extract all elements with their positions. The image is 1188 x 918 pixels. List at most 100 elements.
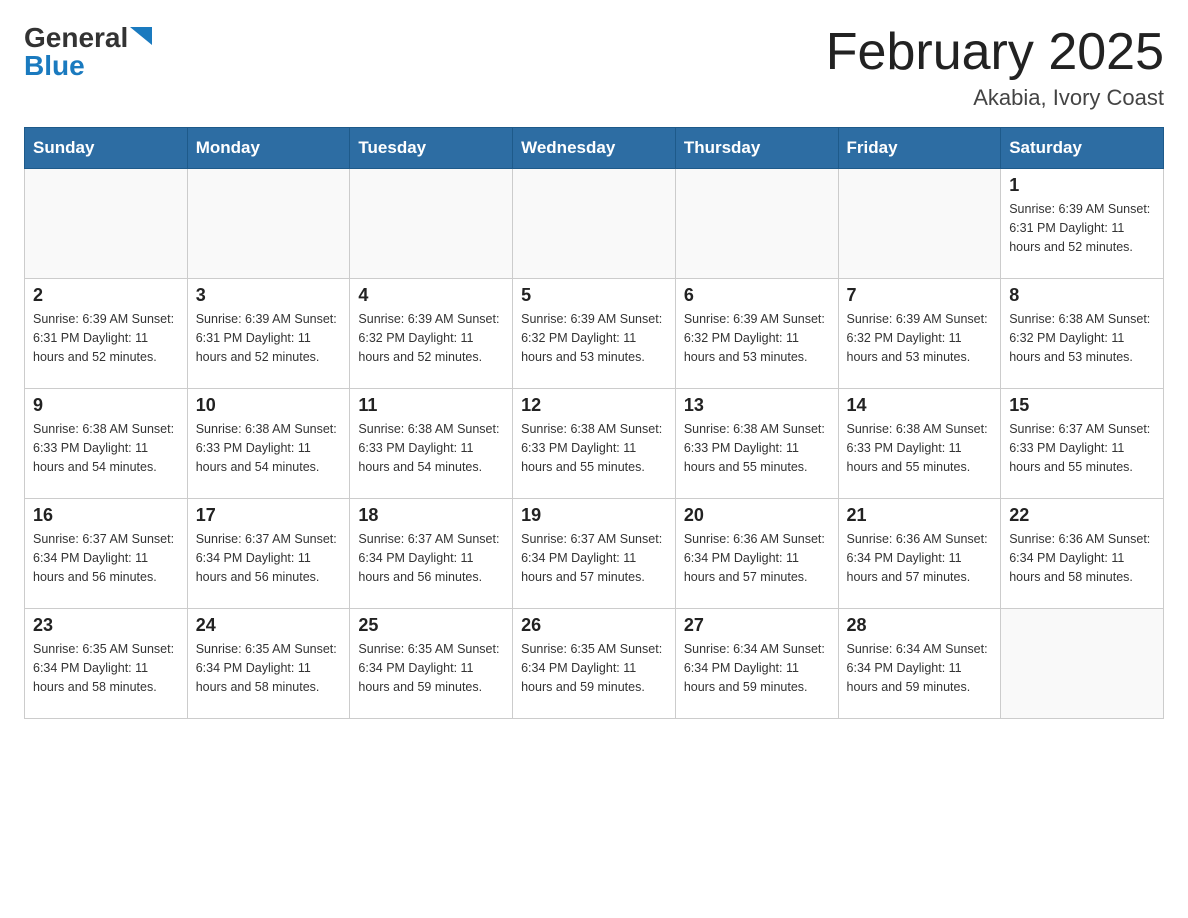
calendar-cell xyxy=(350,169,513,279)
day-info: Sunrise: 6:38 AM Sunset: 6:33 PM Dayligh… xyxy=(521,420,667,476)
day-number: 6 xyxy=(684,285,830,306)
calendar-cell: 26 Sunrise: 6:35 AM Sunset: 6:34 PM Dayli… xyxy=(513,609,676,719)
day-info: Sunrise: 6:39 AM Sunset: 6:31 PM Dayligh… xyxy=(1009,200,1155,256)
calendar-cell: 24Sunrise: 6:35 AM Sunset: 6:34 PM Dayli… xyxy=(187,609,350,719)
day-info: Sunrise: 6:39 AM Sunset: 6:31 PM Dayligh… xyxy=(196,310,342,366)
calendar-cell: 10Sunrise: 6:38 AM Sunset: 6:33 PM Dayli… xyxy=(187,389,350,499)
page-header: General Blue February 2025 Akabia, Ivory… xyxy=(24,24,1164,111)
logo-general-text: General xyxy=(24,24,128,52)
weekday-header-wednesday: Wednesday xyxy=(513,128,676,169)
day-info: Sunrise: 6:37 AM Sunset: 6:33 PM Dayligh… xyxy=(1009,420,1155,476)
calendar-week-row: 9 Sunrise: 6:38 AM Sunset: 6:33 PM Daylig… xyxy=(25,389,1164,499)
calendar-cell: 7 Sunrise: 6:39 AM Sunset: 6:32 PM Daylig… xyxy=(838,279,1001,389)
day-number: 24 xyxy=(196,615,342,636)
calendar-cell: 2 Sunrise: 6:39 AM Sunset: 6:31 PM Daylig… xyxy=(25,279,188,389)
day-number: 18 xyxy=(358,505,504,526)
day-number: 12 xyxy=(521,395,667,416)
day-number: 9 xyxy=(33,395,179,416)
day-info: Sunrise: 6:39 AM Sunset: 6:32 PM Dayligh… xyxy=(521,310,667,366)
calendar-cell: 3 Sunrise: 6:39 AM Sunset: 6:31 PM Daylig… xyxy=(187,279,350,389)
calendar-cell: 14 Sunrise: 6:38 AM Sunset: 6:33 PM Dayli… xyxy=(838,389,1001,499)
day-number: 26 xyxy=(521,615,667,636)
calendar-cell xyxy=(838,169,1001,279)
calendar-week-row: 16 Sunrise: 6:37 AM Sunset: 6:34 PM Dayli… xyxy=(25,499,1164,609)
day-number: 16 xyxy=(33,505,179,526)
calendar-cell xyxy=(187,169,350,279)
calendar-week-row: 23Sunrise: 6:35 AM Sunset: 6:34 PM Dayli… xyxy=(25,609,1164,719)
calendar-cell: 15 Sunrise: 6:37 AM Sunset: 6:33 PM Dayli… xyxy=(1001,389,1164,499)
logo: General Blue xyxy=(24,24,152,80)
day-number: 21 xyxy=(847,505,993,526)
day-number: 19 xyxy=(521,505,667,526)
day-info: Sunrise: 6:39 AM Sunset: 6:32 PM Dayligh… xyxy=(847,310,993,366)
calendar-cell: 8 Sunrise: 6:38 AM Sunset: 6:32 PM Daylig… xyxy=(1001,279,1164,389)
calendar-cell: 28Sunrise: 6:34 AM Sunset: 6:34 PM Dayli… xyxy=(838,609,1001,719)
weekday-header-tuesday: Tuesday xyxy=(350,128,513,169)
day-number: 14 xyxy=(847,395,993,416)
day-number: 4 xyxy=(358,285,504,306)
day-info: Sunrise: 6:39 AM Sunset: 6:32 PM Dayligh… xyxy=(684,310,830,366)
calendar-cell xyxy=(513,169,676,279)
calendar-cell: 6 Sunrise: 6:39 AM Sunset: 6:32 PM Daylig… xyxy=(675,279,838,389)
day-info: Sunrise: 6:36 AM Sunset: 6:34 PM Dayligh… xyxy=(847,530,993,586)
calendar-cell: 5 Sunrise: 6:39 AM Sunset: 6:32 PM Daylig… xyxy=(513,279,676,389)
calendar-cell: 18 Sunrise: 6:37 AM Sunset: 6:34 PM Dayli… xyxy=(350,499,513,609)
day-info: Sunrise: 6:35 AM Sunset: 6:34 PM Dayligh… xyxy=(521,640,667,696)
calendar-cell: 23Sunrise: 6:35 AM Sunset: 6:34 PM Dayli… xyxy=(25,609,188,719)
day-number: 25 xyxy=(358,615,504,636)
day-info: Sunrise: 6:37 AM Sunset: 6:34 PM Dayligh… xyxy=(521,530,667,586)
calendar-cell xyxy=(675,169,838,279)
day-number: 20 xyxy=(684,505,830,526)
day-number: 10 xyxy=(196,395,342,416)
day-number: 27 xyxy=(684,615,830,636)
day-info: Sunrise: 6:35 AM Sunset: 6:34 PM Dayligh… xyxy=(358,640,504,696)
calendar-header-row: SundayMondayTuesdayWednesdayThursdayFrid… xyxy=(25,128,1164,169)
calendar-table: SundayMondayTuesdayWednesdayThursdayFrid… xyxy=(24,127,1164,719)
calendar-cell: 16 Sunrise: 6:37 AM Sunset: 6:34 PM Dayli… xyxy=(25,499,188,609)
weekday-header-thursday: Thursday xyxy=(675,128,838,169)
calendar-cell: 12 Sunrise: 6:38 AM Sunset: 6:33 PM Dayli… xyxy=(513,389,676,499)
day-info: Sunrise: 6:38 AM Sunset: 6:32 PM Dayligh… xyxy=(1009,310,1155,366)
day-info: Sunrise: 6:38 AM Sunset: 6:33 PM Dayligh… xyxy=(358,420,504,476)
day-info: Sunrise: 6:38 AM Sunset: 6:33 PM Dayligh… xyxy=(684,420,830,476)
calendar-cell xyxy=(25,169,188,279)
day-number: 15 xyxy=(1009,395,1155,416)
weekday-header-sunday: Sunday xyxy=(25,128,188,169)
day-number: 2 xyxy=(33,285,179,306)
calendar-cell xyxy=(1001,609,1164,719)
day-info: Sunrise: 6:36 AM Sunset: 6:34 PM Dayligh… xyxy=(1009,530,1155,586)
logo-arrow-icon xyxy=(130,27,152,45)
calendar-cell: 17Sunrise: 6:37 AM Sunset: 6:34 PM Dayli… xyxy=(187,499,350,609)
calendar-cell: 21 Sunrise: 6:36 AM Sunset: 6:34 PM Dayli… xyxy=(838,499,1001,609)
day-number: 5 xyxy=(521,285,667,306)
title-block: February 2025 Akabia, Ivory Coast xyxy=(826,24,1164,111)
day-info: Sunrise: 6:36 AM Sunset: 6:34 PM Dayligh… xyxy=(684,530,830,586)
day-info: Sunrise: 6:37 AM Sunset: 6:34 PM Dayligh… xyxy=(358,530,504,586)
calendar-cell: 9 Sunrise: 6:38 AM Sunset: 6:33 PM Daylig… xyxy=(25,389,188,499)
calendar-cell: 22Sunrise: 6:36 AM Sunset: 6:34 PM Dayli… xyxy=(1001,499,1164,609)
day-info: Sunrise: 6:37 AM Sunset: 6:34 PM Dayligh… xyxy=(196,530,342,586)
calendar-cell: 20 Sunrise: 6:36 AM Sunset: 6:34 PM Dayli… xyxy=(675,499,838,609)
day-info: Sunrise: 6:38 AM Sunset: 6:33 PM Dayligh… xyxy=(847,420,993,476)
day-number: 3 xyxy=(196,285,342,306)
day-number: 13 xyxy=(684,395,830,416)
day-info: Sunrise: 6:35 AM Sunset: 6:34 PM Dayligh… xyxy=(33,640,179,696)
day-number: 7 xyxy=(847,285,993,306)
calendar-cell: 4Sunrise: 6:39 AM Sunset: 6:32 PM Daylig… xyxy=(350,279,513,389)
month-title: February 2025 xyxy=(826,24,1164,81)
calendar-cell: 11 Sunrise: 6:38 AM Sunset: 6:33 PM Dayli… xyxy=(350,389,513,499)
day-info: Sunrise: 6:38 AM Sunset: 6:33 PM Dayligh… xyxy=(33,420,179,476)
day-number: 1 xyxy=(1009,175,1155,196)
calendar-cell: 27 Sunrise: 6:34 AM Sunset: 6:34 PM Dayli… xyxy=(675,609,838,719)
location: Akabia, Ivory Coast xyxy=(826,85,1164,111)
day-info: Sunrise: 6:39 AM Sunset: 6:31 PM Dayligh… xyxy=(33,310,179,366)
weekday-header-saturday: Saturday xyxy=(1001,128,1164,169)
day-info: Sunrise: 6:37 AM Sunset: 6:34 PM Dayligh… xyxy=(33,530,179,586)
calendar-cell: 19 Sunrise: 6:37 AM Sunset: 6:34 PM Dayli… xyxy=(513,499,676,609)
logo-blue-text: Blue xyxy=(24,50,85,81)
weekday-header-friday: Friday xyxy=(838,128,1001,169)
day-number: 11 xyxy=(358,395,504,416)
day-info: Sunrise: 6:34 AM Sunset: 6:34 PM Dayligh… xyxy=(684,640,830,696)
day-number: 8 xyxy=(1009,285,1155,306)
day-number: 28 xyxy=(847,615,993,636)
